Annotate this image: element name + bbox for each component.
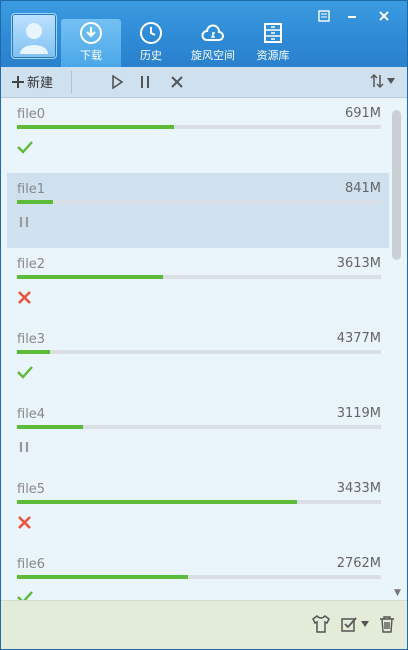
clock-icon bbox=[140, 22, 162, 44]
skin-button[interactable] bbox=[313, 7, 335, 25]
progress-bar bbox=[17, 425, 381, 429]
check-icon bbox=[17, 139, 33, 155]
progress-bar bbox=[17, 350, 381, 354]
window-icon bbox=[318, 10, 330, 22]
download-item[interactable]: file6 2762M bbox=[7, 548, 389, 600]
progress-bar bbox=[17, 200, 381, 204]
cloud-icon bbox=[201, 24, 224, 41]
file-size: 4377M bbox=[336, 331, 381, 346]
avatar[interactable] bbox=[11, 13, 57, 59]
skin-shirt-button[interactable] bbox=[309, 613, 333, 635]
play-icon bbox=[112, 75, 124, 89]
close-icon bbox=[379, 11, 389, 21]
check-icon bbox=[17, 364, 33, 380]
file-size: 3433M bbox=[336, 481, 381, 496]
user-silhouette-icon bbox=[20, 23, 48, 54]
scroll-down-arrow-icon[interactable]: ▼ bbox=[394, 588, 401, 598]
file-name: file5 bbox=[17, 482, 46, 497]
progress-bar bbox=[17, 275, 381, 279]
file-size: 3119M bbox=[336, 406, 381, 421]
download-item[interactable]: file4 3119M bbox=[7, 398, 389, 473]
pause-button[interactable] bbox=[135, 73, 155, 91]
minimize-button[interactable] bbox=[341, 7, 363, 25]
tab-whirlwind-space[interactable]: 旋风空间 bbox=[183, 19, 243, 67]
file-name: file0 bbox=[17, 107, 46, 122]
plus-icon bbox=[12, 75, 24, 88]
progress-fill bbox=[17, 200, 54, 204]
progress-fill bbox=[17, 125, 174, 129]
checkbox-icon bbox=[341, 617, 357, 632]
trash-button[interactable] bbox=[375, 613, 399, 635]
progress-bar bbox=[17, 500, 381, 504]
start-button[interactable] bbox=[107, 73, 127, 91]
tab-download[interactable]: 下载 bbox=[61, 19, 121, 67]
cabinet-icon bbox=[264, 23, 282, 43]
download-icon bbox=[80, 22, 102, 44]
pause-icon bbox=[17, 439, 33, 455]
new-task-button[interactable]: 新建 bbox=[11, 72, 53, 91]
tab-history-label: 历史 bbox=[140, 49, 162, 62]
trash-icon bbox=[380, 616, 394, 633]
file-name: file3 bbox=[17, 332, 46, 347]
pause-icon bbox=[141, 76, 149, 88]
tab-resource-library[interactable]: 资源库 bbox=[243, 19, 303, 67]
error-x-icon bbox=[17, 289, 33, 305]
tab-download-label: 下载 bbox=[80, 49, 102, 62]
close-button[interactable] bbox=[373, 7, 395, 25]
minimize-icon bbox=[348, 16, 356, 18]
progress-bar bbox=[17, 575, 381, 579]
tab-whirlwind-label: 旋风空间 bbox=[191, 49, 235, 62]
progress-fill bbox=[17, 275, 163, 279]
progress-fill bbox=[17, 350, 50, 354]
tab-resource-label: 资源库 bbox=[256, 49, 290, 62]
download-item[interactable]: file0 691M bbox=[7, 98, 389, 173]
file-size: 3613M bbox=[336, 256, 381, 271]
file-size: 841M bbox=[344, 181, 381, 196]
select-all-button[interactable] bbox=[339, 613, 371, 635]
download-item[interactable]: file2 3613M bbox=[7, 248, 389, 323]
delete-button[interactable] bbox=[167, 73, 187, 91]
toolbar: 新建 bbox=[1, 67, 407, 98]
sort-button[interactable] bbox=[369, 73, 395, 89]
bottom-bar bbox=[1, 600, 407, 649]
file-size: 2762M bbox=[336, 556, 381, 571]
file-name: file2 bbox=[17, 257, 46, 272]
toolbar-divider bbox=[71, 71, 72, 93]
file-name: file1 bbox=[17, 182, 46, 197]
download-manager-window: 下载 历史 旋风空间 资源库 新建 file0 691M file1 841M … bbox=[0, 0, 408, 650]
new-task-label: 新建 bbox=[27, 76, 54, 91]
close-icon bbox=[171, 76, 183, 88]
chevron-down-icon bbox=[387, 78, 395, 84]
chevron-down-icon bbox=[361, 621, 369, 627]
shirt-icon bbox=[312, 615, 330, 633]
tab-history[interactable]: 历史 bbox=[121, 19, 181, 67]
pause-icon bbox=[17, 214, 33, 230]
progress-fill bbox=[17, 575, 189, 579]
sort-icon bbox=[370, 73, 384, 89]
progress-bar bbox=[17, 125, 381, 129]
vertical-scrollbar[interactable]: ▼ bbox=[391, 98, 403, 600]
file-name: file6 bbox=[17, 557, 46, 572]
progress-fill bbox=[17, 425, 83, 429]
download-item[interactable]: file5 3433M bbox=[7, 473, 389, 548]
download-item[interactable]: file1 841M bbox=[7, 173, 389, 248]
download-item[interactable]: file3 4377M bbox=[7, 323, 389, 398]
scrollbar-thumb[interactable] bbox=[392, 110, 401, 260]
file-size: 691M bbox=[344, 106, 381, 121]
top-navigation-bar: 下载 历史 旋风空间 资源库 bbox=[1, 1, 407, 67]
check-icon bbox=[17, 589, 33, 600]
file-name: file4 bbox=[17, 407, 46, 422]
download-list: file0 691M file1 841M file2 3613M file3 4377M fi… bbox=[7, 98, 389, 600]
progress-fill bbox=[17, 500, 298, 504]
error-x-icon bbox=[17, 514, 33, 530]
